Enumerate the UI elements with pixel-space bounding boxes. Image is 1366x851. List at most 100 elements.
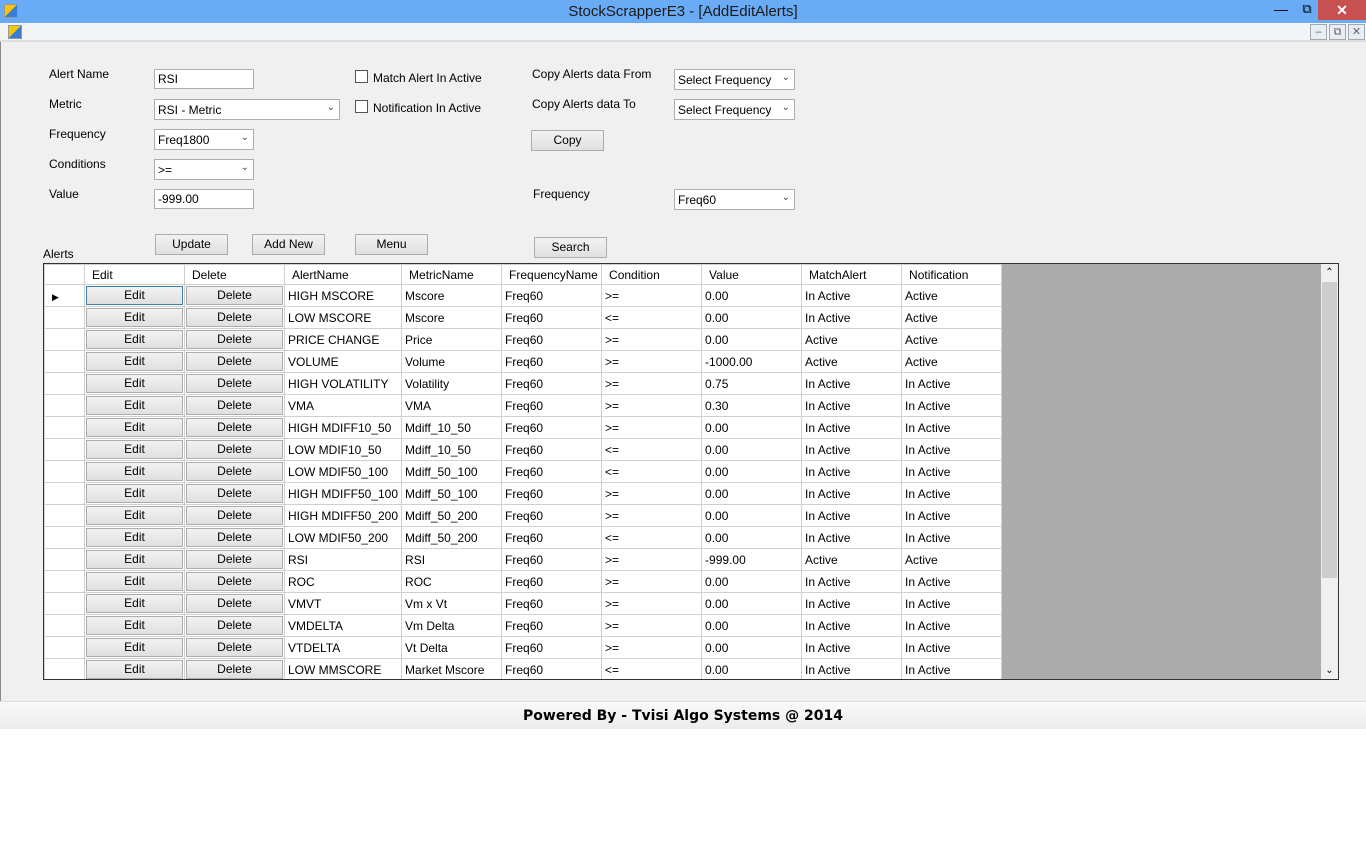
cell-frequency-name[interactable]: Freq60 <box>501 526 603 549</box>
cell-alert-name[interactable]: VOLUME <box>283 350 403 373</box>
edit-row-button[interactable]: Edit <box>86 286 183 305</box>
row-header[interactable] <box>44 526 85 549</box>
table-row[interactable]: Edit Delete LOW MDIF50_200 Mdiff_50_200 Freq… <box>44 526 1003 549</box>
edit-row-button[interactable]: Edit <box>86 440 183 459</box>
metric-select[interactable]: RSI - Metric ⌄ <box>154 99 340 120</box>
cell-match-alert[interactable]: In Active <box>801 372 903 395</box>
row-header[interactable]: ▶ <box>44 284 85 307</box>
cell-frequency-name[interactable]: Freq60 <box>501 438 603 461</box>
cell-frequency-name[interactable]: Freq60 <box>501 284 603 307</box>
cell-condition[interactable]: >= <box>601 372 703 395</box>
row-header[interactable] <box>44 614 85 637</box>
edit-row-button[interactable]: Edit <box>86 352 183 371</box>
cell-condition[interactable]: <= <box>601 658 703 679</box>
edit-row-button[interactable]: Edit <box>86 484 183 503</box>
table-row[interactable]: Edit Delete LOW MDIF10_50 Mdiff_10_50 Freq60… <box>44 438 1003 461</box>
cell-notification[interactable]: In Active <box>901 372 1003 395</box>
cell-frequency-name[interactable]: Freq60 <box>501 548 603 571</box>
notification-checkbox[interactable] <box>355 100 368 113</box>
cell-frequency-name[interactable]: Freq60 <box>501 350 603 373</box>
cell-match-alert[interactable]: In Active <box>801 636 903 659</box>
cell-alert-name[interactable]: VMVT <box>283 592 403 615</box>
cell-metric-name[interactable]: Mdiff_10_50 <box>401 416 503 439</box>
cell-alert-name[interactable]: HIGH MDIFF50_200 <box>283 504 403 527</box>
cell-frequency-name[interactable]: Freq60 <box>501 658 603 679</box>
row-header[interactable] <box>44 416 85 439</box>
cell-condition[interactable]: >= <box>601 614 703 637</box>
delete-row-button[interactable]: Delete <box>186 572 283 591</box>
cell-match-alert[interactable]: In Active <box>801 438 903 461</box>
cell-condition[interactable]: <= <box>601 526 703 549</box>
table-row[interactable]: Edit Delete VTDELTA Vt Delta Freq60 >= 0.00 In … <box>44 636 1003 659</box>
delete-row-button[interactable]: Delete <box>186 418 283 437</box>
row-header[interactable] <box>44 438 85 461</box>
cell-condition[interactable]: >= <box>601 328 703 351</box>
cell-match-alert[interactable]: In Active <box>801 658 903 679</box>
cell-match-alert[interactable]: In Active <box>801 306 903 329</box>
cell-frequency-name[interactable]: Freq60 <box>501 570 603 593</box>
cell-metric-name[interactable]: Mdiff_50_200 <box>401 504 503 527</box>
cell-frequency-name[interactable]: Freq60 <box>501 416 603 439</box>
delete-row-button[interactable]: Delete <box>186 396 283 415</box>
table-row[interactable]: Edit Delete RSI RSI Freq60 >= -999.00 Active Act… <box>44 548 1003 571</box>
copy-from-select[interactable]: Select Frequency ⌄ <box>674 69 795 90</box>
cell-value[interactable]: 0.00 <box>701 526 803 549</box>
cell-value[interactable]: 0.00 <box>701 658 803 679</box>
cell-metric-name[interactable]: RSI <box>401 548 503 571</box>
child-window-icon[interactable] <box>8 25 22 39</box>
cell-alert-name[interactable]: VMDELTA <box>283 614 403 637</box>
column-header-notification[interactable]: Notification <box>901 264 1003 285</box>
cell-value[interactable]: 0.30 <box>701 394 803 417</box>
cell-frequency-name[interactable]: Freq60 <box>501 328 603 351</box>
delete-row-button[interactable]: Delete <box>186 660 283 679</box>
row-header[interactable] <box>44 306 85 329</box>
cell-condition[interactable]: >= <box>601 504 703 527</box>
delete-row-button[interactable]: Delete <box>186 484 283 503</box>
cell-alert-name[interactable]: ROC <box>283 570 403 593</box>
value-input[interactable]: -999.00 <box>154 189 254 209</box>
edit-row-button[interactable]: Edit <box>86 396 183 415</box>
column-header-alert-name[interactable]: AlertName <box>283 264 403 285</box>
cell-notification[interactable]: Active <box>901 306 1003 329</box>
cell-metric-name[interactable]: Vm x Vt <box>401 592 503 615</box>
cell-frequency-name[interactable]: Freq60 <box>501 614 603 637</box>
cell-alert-name[interactable]: LOW MDIF10_50 <box>283 438 403 461</box>
cell-match-alert[interactable]: In Active <box>801 570 903 593</box>
cell-value[interactable]: 0.00 <box>701 636 803 659</box>
edit-row-button[interactable]: Edit <box>86 572 183 591</box>
delete-row-button[interactable]: Delete <box>186 462 283 481</box>
table-row[interactable]: Edit Delete LOW MSCORE Mscore Freq60 <= 0.00 In… <box>44 306 1003 329</box>
column-header-delete[interactable]: Delete <box>184 264 285 285</box>
cell-metric-name[interactable]: Volatility <box>401 372 503 395</box>
child-close-icon[interactable]: ✕ <box>1348 24 1365 40</box>
cell-alert-name[interactable]: HIGH MDIFF10_50 <box>283 416 403 439</box>
restore-icon[interactable]: ⧉ <box>1294 0 1320 20</box>
cell-match-alert[interactable]: In Active <box>801 482 903 505</box>
cell-value[interactable]: 0.00 <box>701 504 803 527</box>
cell-match-alert[interactable]: In Active <box>801 284 903 307</box>
conditions-select[interactable]: >= ⌄ <box>154 159 254 180</box>
cell-match-alert[interactable]: In Active <box>801 592 903 615</box>
cell-alert-name[interactable]: LOW MMSCORE <box>283 658 403 679</box>
close-icon[interactable]: ✕ <box>1318 0 1366 20</box>
table-row[interactable]: Edit Delete VOLUME Volume Freq60 >= -1000.00 Ac… <box>44 350 1003 373</box>
add-new-button[interactable]: Add New <box>252 234 325 255</box>
edit-row-button[interactable]: Edit <box>86 374 183 393</box>
cell-notification[interactable]: In Active <box>901 570 1003 593</box>
cell-value[interactable]: 0.00 <box>701 306 803 329</box>
table-row[interactable]: Edit Delete PRICE CHANGE Price Freq60 >= 0.00 A… <box>44 328 1003 351</box>
edit-row-button[interactable]: Edit <box>86 550 183 569</box>
row-header[interactable] <box>44 482 85 505</box>
cell-frequency-name[interactable]: Freq60 <box>501 372 603 395</box>
cell-alert-name[interactable]: RSI <box>283 548 403 571</box>
row-header[interactable] <box>44 592 85 615</box>
cell-match-alert[interactable]: In Active <box>801 416 903 439</box>
cell-value[interactable]: 0.00 <box>701 416 803 439</box>
cell-metric-name[interactable]: VMA <box>401 394 503 417</box>
child-minimize-icon[interactable]: – <box>1310 24 1327 40</box>
search-button[interactable]: Search <box>534 237 607 258</box>
delete-row-button[interactable]: Delete <box>186 550 283 569</box>
delete-row-button[interactable]: Delete <box>186 528 283 547</box>
cell-condition[interactable]: >= <box>601 636 703 659</box>
copy-button[interactable]: Copy <box>531 130 604 151</box>
